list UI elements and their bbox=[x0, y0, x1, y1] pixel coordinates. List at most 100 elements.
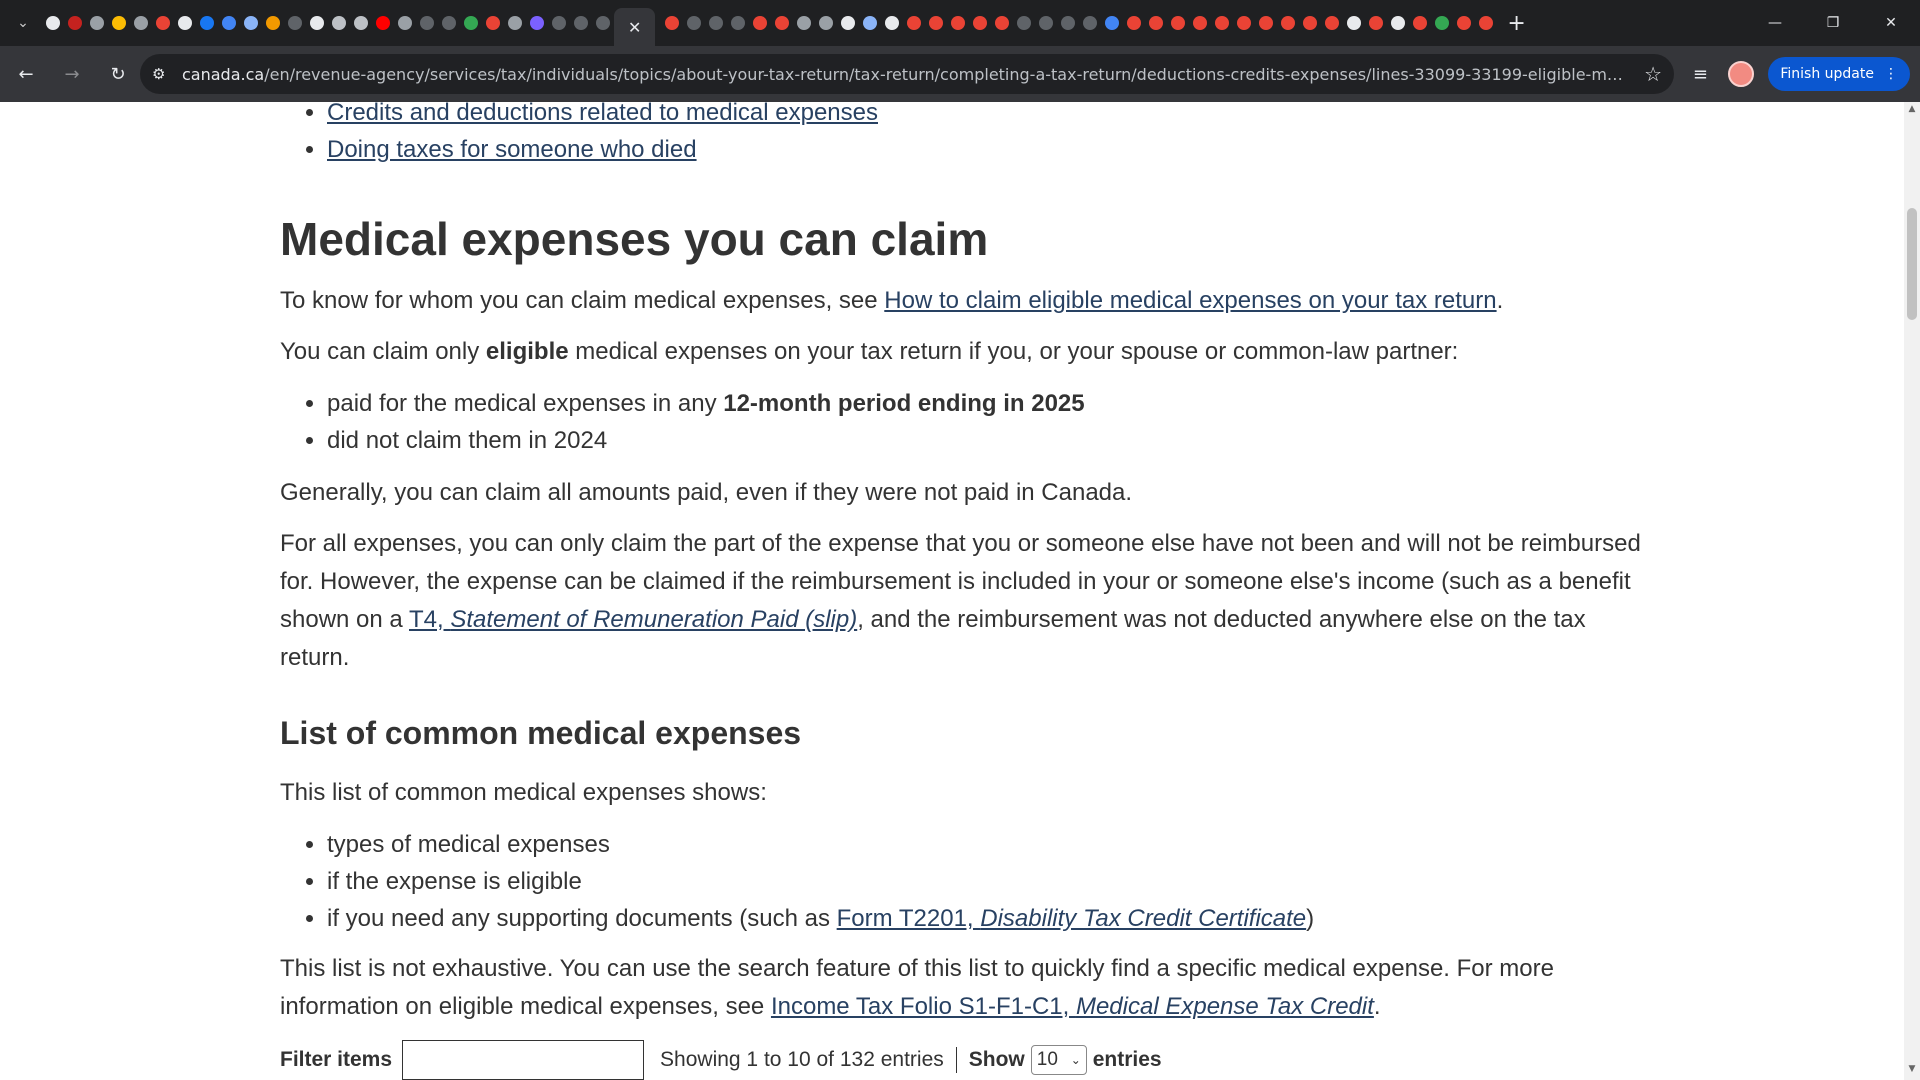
scroll-up-icon[interactable]: ▲ bbox=[1904, 104, 1920, 118]
tab-favicon-icon[interactable] bbox=[244, 16, 258, 30]
tab-favicon-icon[interactable] bbox=[1391, 16, 1406, 30]
tab-favicon-icon[interactable] bbox=[1435, 16, 1450, 30]
tab-favicon-icon[interactable] bbox=[1127, 16, 1142, 30]
active-tab[interactable]: ✕ bbox=[614, 8, 656, 46]
tab-favicon-icon[interactable] bbox=[1369, 16, 1384, 30]
intro-paragraph: To know for whom you can claim medical e… bbox=[280, 282, 1660, 320]
tab-favicon-icon[interactable] bbox=[1259, 16, 1274, 30]
tab-favicon-icon[interactable] bbox=[1325, 16, 1340, 30]
url-path: /en/revenue-agency/services/tax/individu… bbox=[264, 64, 1632, 84]
reload-icon[interactable]: ↻ bbox=[98, 54, 138, 94]
tab-favicon-icon[interactable] bbox=[665, 16, 680, 30]
scrollbar[interactable]: ▲ ▼ bbox=[1904, 102, 1920, 1080]
tab-favicon-icon[interactable] bbox=[178, 16, 192, 30]
tab-favicon-icon[interactable] bbox=[1149, 16, 1164, 30]
tab-favicon-icon[interactable] bbox=[464, 16, 478, 30]
tab-favicon-icon[interactable] bbox=[530, 16, 544, 30]
tab-favicon-icon[interactable] bbox=[687, 16, 702, 30]
tab-favicon-icon[interactable] bbox=[1479, 16, 1494, 30]
tab-favicon-icon[interactable] bbox=[863, 16, 878, 30]
bookmark-star-icon[interactable]: ☆ bbox=[1632, 62, 1662, 86]
tab-favicon-icon[interactable] bbox=[1061, 16, 1076, 30]
tab-favicon-icon[interactable] bbox=[1457, 16, 1472, 30]
profile-avatar[interactable] bbox=[1728, 61, 1755, 87]
tab-favicon-icon[interactable] bbox=[222, 16, 236, 30]
income-tax-folio-link[interactable]: Income Tax Folio S1-F1-C1, Medical Expen… bbox=[771, 993, 1374, 1020]
tab-favicon-icon[interactable] bbox=[951, 16, 966, 30]
minimize-icon[interactable]: — bbox=[1746, 0, 1804, 46]
page-length-select[interactable]: 10 ⌄ bbox=[1030, 1045, 1087, 1075]
tab-favicon-icon[interactable] bbox=[398, 16, 412, 30]
close-tab-icon[interactable]: ✕ bbox=[628, 18, 641, 37]
tab-favicon-icon[interactable] bbox=[1347, 16, 1362, 30]
browser-toolbar: ← → ↻ ⚙ canada.ca/en/revenue-agency/serv… bbox=[0, 46, 1920, 102]
tab-favicon-icon[interactable] bbox=[200, 16, 214, 30]
tab-favicon-icon[interactable] bbox=[797, 16, 812, 30]
tab-favicon-icon[interactable] bbox=[885, 16, 900, 30]
how-to-claim-link[interactable]: How to claim eligible medical expenses o… bbox=[884, 287, 1496, 314]
tab-favicon-icon[interactable] bbox=[1281, 16, 1296, 30]
tab-favicon-icon[interactable] bbox=[1215, 16, 1230, 30]
page-length-value: 10 bbox=[1036, 1049, 1058, 1070]
tab-favicon-icon[interactable] bbox=[1039, 16, 1054, 30]
tab-favicon-icon[interactable] bbox=[1083, 16, 1098, 30]
tab-favicon-icon[interactable] bbox=[508, 16, 522, 30]
tab-favicon-icon[interactable] bbox=[376, 16, 390, 30]
tab-favicon-icon[interactable] bbox=[1193, 16, 1208, 30]
related-link[interactable]: Doing taxes for someone who died bbox=[327, 136, 697, 163]
forward-icon[interactable]: → bbox=[52, 54, 92, 94]
media-controls-icon[interactable]: ≡ bbox=[1686, 64, 1714, 85]
restore-icon[interactable]: ❐ bbox=[1804, 0, 1862, 46]
tab-favicon-icon[interactable] bbox=[266, 16, 280, 30]
tab-favicon-icon[interactable] bbox=[288, 16, 302, 30]
tab-favicon-icon[interactable] bbox=[841, 16, 856, 30]
tab-favicon-icon[interactable] bbox=[332, 16, 346, 30]
scroll-down-icon[interactable]: ▼ bbox=[1904, 1064, 1920, 1078]
tab-favicon-icon[interactable] bbox=[995, 16, 1010, 30]
tab-favicon-icon[interactable] bbox=[1105, 16, 1120, 30]
tab-favicon-icon[interactable] bbox=[731, 16, 746, 30]
tab-favicon-icon[interactable] bbox=[574, 16, 588, 30]
back-icon[interactable]: ← bbox=[6, 54, 46, 94]
tab-favicon-icon[interactable] bbox=[156, 16, 170, 30]
list-section: This list of common medical expenses sho… bbox=[280, 774, 1660, 1026]
url-text[interactable]: canada.ca/en/revenue-agency/services/tax… bbox=[182, 65, 1632, 84]
tab-favicon-icon[interactable] bbox=[134, 16, 148, 30]
tab-favicon-icon[interactable] bbox=[90, 16, 104, 30]
tab-favicon-icon[interactable] bbox=[973, 16, 988, 30]
t2201-link-title: Disability Tax Credit Certificate bbox=[980, 905, 1307, 932]
tab-favicon-icon[interactable] bbox=[1017, 16, 1032, 30]
t4-link[interactable]: T4, Statement of Remuneration Paid (slip… bbox=[409, 606, 857, 633]
tab-favicon-icon[interactable] bbox=[420, 16, 434, 30]
tab-favicon-icon[interactable] bbox=[1171, 16, 1186, 30]
tab-favicon-icon[interactable] bbox=[929, 16, 944, 30]
close-window-icon[interactable]: ✕ bbox=[1862, 0, 1920, 46]
filter-input[interactable] bbox=[402, 1040, 645, 1080]
tab-favicon-icon[interactable] bbox=[775, 16, 790, 30]
t4-link-title: Statement of Remuneration Paid (slip) bbox=[450, 606, 858, 633]
tab-favicon-icon[interactable] bbox=[354, 16, 368, 30]
tab-favicon-icon[interactable] bbox=[1413, 16, 1428, 30]
address-bar[interactable]: ⚙ canada.ca/en/revenue-agency/services/t… bbox=[140, 54, 1674, 94]
t2201-link[interactable]: Form T2201, Disability Tax Credit Certif… bbox=[837, 905, 1307, 932]
tab-favicon-icon[interactable] bbox=[907, 16, 922, 30]
site-info-icon[interactable]: ⚙ bbox=[152, 65, 182, 83]
tab-favicon-icon[interactable] bbox=[112, 16, 126, 30]
tab-favicon-icon[interactable] bbox=[1237, 16, 1252, 30]
tab-favicon-icon[interactable] bbox=[46, 16, 60, 30]
new-tab-icon[interactable]: + bbox=[1507, 11, 1525, 36]
scroll-thumb[interactable] bbox=[1907, 208, 1917, 320]
tab-search-icon[interactable]: ⌄ bbox=[10, 10, 36, 36]
tab-favicon-icon[interactable] bbox=[442, 16, 456, 30]
tab-favicon-icon[interactable] bbox=[486, 16, 500, 30]
tab-favicon-icon[interactable] bbox=[753, 16, 768, 30]
tab-favicon-icon[interactable] bbox=[709, 16, 724, 30]
tab-favicon-icon[interactable] bbox=[552, 16, 566, 30]
tab-favicon-icon[interactable] bbox=[68, 16, 82, 30]
tab-favicon-icon[interactable] bbox=[596, 16, 610, 30]
tab-favicon-icon[interactable] bbox=[819, 16, 834, 30]
related-link[interactable]: Credits and deductions related to medica… bbox=[327, 102, 878, 126]
tab-favicon-icon[interactable] bbox=[310, 16, 324, 30]
finish-update-button[interactable]: Finish update ⋮ bbox=[1768, 57, 1910, 91]
tab-favicon-icon[interactable] bbox=[1303, 16, 1318, 30]
